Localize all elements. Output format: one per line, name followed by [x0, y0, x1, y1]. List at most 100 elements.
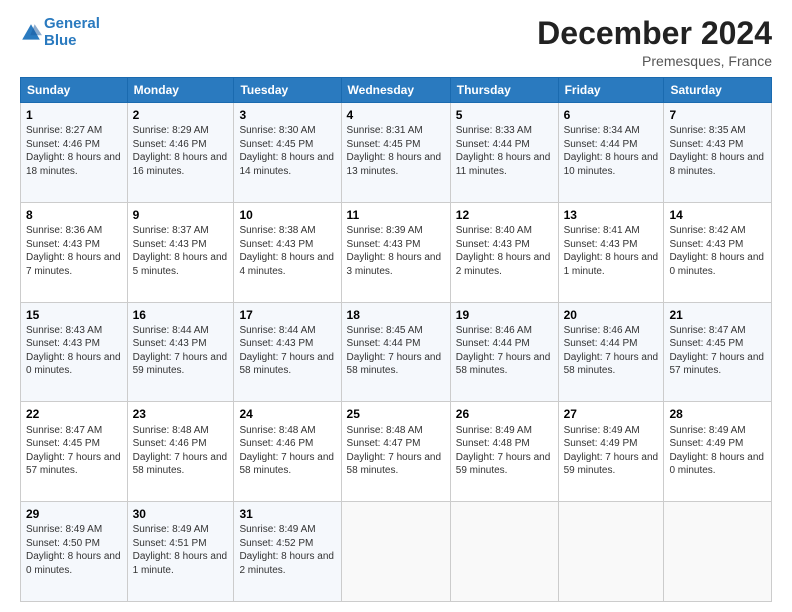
calendar-cell: 26Sunrise: 8:49 AMSunset: 4:48 PMDayligh…	[450, 402, 558, 502]
header: General Blue December 2024 Premesques, F…	[20, 16, 772, 69]
calendar-table: SundayMondayTuesdayWednesdayThursdayFrid…	[20, 77, 772, 602]
calendar-body: 1Sunrise: 8:27 AMSunset: 4:46 PMDaylight…	[21, 103, 772, 602]
day-info: Sunrise: 8:47 AMSunset: 4:45 PMDaylight:…	[669, 324, 766, 378]
calendar-cell: 25 Sunrise: 8:48 AMSunset: 4:47 PMDayligh…	[341, 402, 450, 502]
day-header-sunday: Sunday	[21, 78, 128, 103]
calendar-week-1: 1Sunrise: 8:27 AMSunset: 4:46 PMDaylight…	[21, 103, 772, 203]
day-header-saturday: Saturday	[664, 78, 772, 103]
day-number: 9	[133, 207, 229, 223]
day-info: Sunrise: 8:48 AMSunset: 4:47 PMDaylight:…	[347, 424, 445, 478]
day-info: Sunrise: 8:47 AMSunset: 4:45 PMDaylight:…	[26, 424, 122, 478]
logo-general: General	[44, 15, 100, 32]
calendar-week-2: 8Sunrise: 8:36 AMSunset: 4:43 PMDaylight…	[21, 202, 772, 302]
day-number: 27	[564, 406, 659, 422]
day-info: Sunrise: 8:46 AMSunset: 4:44 PMDaylight:…	[456, 324, 553, 378]
day-number: 18	[347, 307, 445, 323]
calendar-cell: 18Sunrise: 8:45 AMSunset: 4:44 PMDayligh…	[341, 302, 450, 402]
day-info: Sunrise: 8:27 AMSunset: 4:46 PMDaylight:…	[26, 124, 122, 178]
day-number: 6	[564, 107, 659, 123]
month-title: December 2024	[537, 16, 772, 51]
day-header-friday: Friday	[558, 78, 664, 103]
calendar-cell	[664, 502, 772, 602]
day-header-tuesday: Tuesday	[234, 78, 341, 103]
calendar-cell: 11Sunrise: 8:39 AMSunset: 4:43 PMDayligh…	[341, 202, 450, 302]
day-info: Sunrise: 8:36 AMSunset: 4:43 PMDaylight:…	[26, 224, 122, 278]
calendar-cell	[341, 502, 450, 602]
day-number: 10	[239, 207, 335, 223]
day-info: Sunrise: 8:43 AMSunset: 4:43 PMDaylight:…	[26, 324, 122, 378]
day-info: Sunrise: 8:37 AMSunset: 4:43 PMDaylight:…	[133, 224, 229, 278]
calendar-cell: 21Sunrise: 8:47 AMSunset: 4:45 PMDayligh…	[664, 302, 772, 402]
day-number: 14	[669, 207, 766, 223]
calendar-cell: 16Sunrise: 8:44 AMSunset: 4:43 PMDayligh…	[127, 302, 234, 402]
day-number: 3	[239, 107, 335, 123]
page: General Blue December 2024 Premesques, F…	[0, 0, 792, 612]
day-header-monday: Monday	[127, 78, 234, 103]
calendar-cell: 19Sunrise: 8:46 AMSunset: 4:44 PMDayligh…	[450, 302, 558, 402]
day-info: Sunrise: 8:49 AMSunset: 4:51 PMDaylight:…	[133, 523, 229, 577]
calendar-cell: 12Sunrise: 8:40 AMSunset: 4:43 PMDayligh…	[450, 202, 558, 302]
logo-icon	[20, 22, 42, 44]
day-number: 25	[347, 406, 445, 422]
day-info: Sunrise: 8:49 AMSunset: 4:50 PMDaylight:…	[26, 523, 122, 577]
calendar-cell: 2Sunrise: 8:29 AMSunset: 4:46 PMDaylight…	[127, 103, 234, 203]
day-number: 28	[669, 406, 766, 422]
day-number: 5	[456, 107, 553, 123]
day-info: Sunrise: 8:48 AMSunset: 4:46 PMDaylight:…	[239, 424, 335, 478]
day-number: 11	[347, 207, 445, 223]
calendar-cell: 29Sunrise: 8:49 AMSunset: 4:50 PMDayligh…	[21, 502, 128, 602]
calendar-cell: 1Sunrise: 8:27 AMSunset: 4:46 PMDaylight…	[21, 103, 128, 203]
calendar-cell: 17Sunrise: 8:44 AMSunset: 4:43 PMDayligh…	[234, 302, 341, 402]
day-number: 4	[347, 107, 445, 123]
calendar-cell	[558, 502, 664, 602]
day-number: 12	[456, 207, 553, 223]
title-area: December 2024 Premesques, France	[537, 16, 772, 69]
day-info: Sunrise: 8:44 AMSunset: 4:43 PMDaylight:…	[239, 324, 335, 378]
day-number: 24	[239, 406, 335, 422]
calendar-cell: 4Sunrise: 8:31 AMSunset: 4:45 PMDaylight…	[341, 103, 450, 203]
day-number: 13	[564, 207, 659, 223]
day-number: 17	[239, 307, 335, 323]
day-number: 29	[26, 506, 122, 522]
day-number: 22	[26, 406, 122, 422]
day-info: Sunrise: 8:49 AMSunset: 4:48 PMDaylight:…	[456, 424, 553, 478]
day-info: Sunrise: 8:49 AMSunset: 4:52 PMDaylight:…	[239, 523, 335, 577]
day-number: 23	[133, 406, 229, 422]
day-info: Sunrise: 8:31 AMSunset: 4:45 PMDaylight:…	[347, 124, 445, 178]
day-number: 2	[133, 107, 229, 123]
day-number: 16	[133, 307, 229, 323]
calendar-cell: 6Sunrise: 8:34 AMSunset: 4:44 PMDaylight…	[558, 103, 664, 203]
day-header-wednesday: Wednesday	[341, 78, 450, 103]
day-number: 31	[239, 506, 335, 522]
day-info: Sunrise: 8:42 AMSunset: 4:43 PMDaylight:…	[669, 224, 766, 278]
day-info: Sunrise: 8:45 AMSunset: 4:44 PMDaylight:…	[347, 324, 445, 378]
day-info: Sunrise: 8:38 AMSunset: 4:43 PMDaylight:…	[239, 224, 335, 278]
day-header-thursday: Thursday	[450, 78, 558, 103]
day-number: 1	[26, 107, 122, 123]
calendar-cell: 30Sunrise: 8:49 AMSunset: 4:51 PMDayligh…	[127, 502, 234, 602]
calendar-cell: 8Sunrise: 8:36 AMSunset: 4:43 PMDaylight…	[21, 202, 128, 302]
day-number: 19	[456, 307, 553, 323]
calendar-cell: 9Sunrise: 8:37 AMSunset: 4:43 PMDaylight…	[127, 202, 234, 302]
calendar-cell: 20Sunrise: 8:46 AMSunset: 4:44 PMDayligh…	[558, 302, 664, 402]
calendar-cell: 5Sunrise: 8:33 AMSunset: 4:44 PMDaylight…	[450, 103, 558, 203]
calendar-header: SundayMondayTuesdayWednesdayThursdayFrid…	[21, 78, 772, 103]
day-info: Sunrise: 8:35 AMSunset: 4:43 PMDaylight:…	[669, 124, 766, 178]
day-number: 15	[26, 307, 122, 323]
calendar-week-5: 29Sunrise: 8:49 AMSunset: 4:50 PMDayligh…	[21, 502, 772, 602]
calendar-cell: 14Sunrise: 8:42 AMSunset: 4:43 PMDayligh…	[664, 202, 772, 302]
calendar-cell: 28 Sunrise: 8:49 AMSunset: 4:49 PMDayligh…	[664, 402, 772, 502]
day-info: Sunrise: 8:49 AMSunset: 4:49 PMDaylight:…	[669, 424, 766, 478]
day-info: Sunrise: 8:33 AMSunset: 4:44 PMDaylight:…	[456, 124, 553, 178]
day-info: Sunrise: 8:30 AMSunset: 4:45 PMDaylight:…	[239, 124, 335, 178]
day-info: Sunrise: 8:40 AMSunset: 4:43 PMDaylight:…	[456, 224, 553, 278]
calendar-cell: 24 Sunrise: 8:48 AMSunset: 4:46 PMDayligh…	[234, 402, 341, 502]
calendar-cell: 31Sunrise: 8:49 AMSunset: 4:52 PMDayligh…	[234, 502, 341, 602]
calendar-week-3: 15Sunrise: 8:43 AMSunset: 4:43 PMDayligh…	[21, 302, 772, 402]
calendar-cell: 7Sunrise: 8:35 AMSunset: 4:43 PMDaylight…	[664, 103, 772, 203]
calendar-cell: 22 Sunrise: 8:47 AMSunset: 4:45 PMDayligh…	[21, 402, 128, 502]
day-info: Sunrise: 8:44 AMSunset: 4:43 PMDaylight:…	[133, 324, 229, 378]
day-number: 30	[133, 506, 229, 522]
calendar-cell: 23Sunrise: 8:48 AMSunset: 4:46 PMDayligh…	[127, 402, 234, 502]
header-row: SundayMondayTuesdayWednesdayThursdayFrid…	[21, 78, 772, 103]
